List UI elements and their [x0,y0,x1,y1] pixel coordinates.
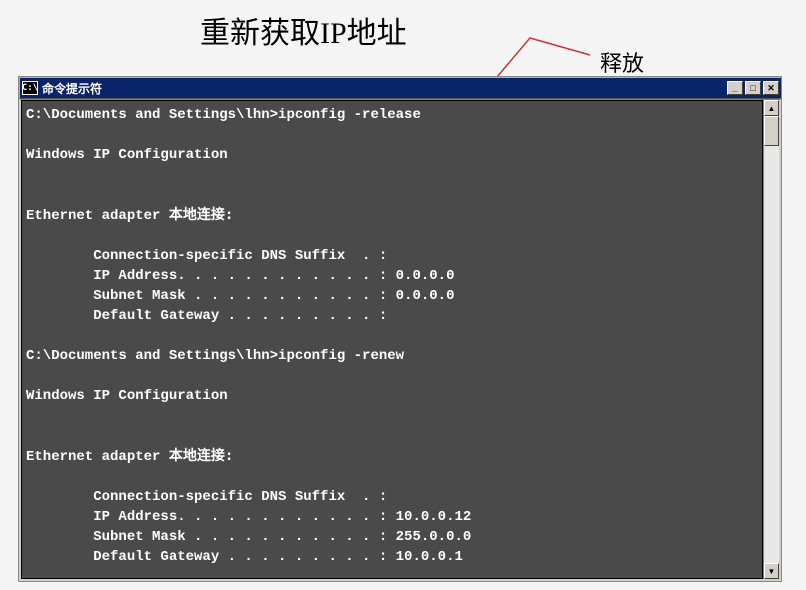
vertical-scrollbar[interactable]: ▲ ▼ [763,100,779,579]
console-output[interactable]: C:\Documents and Settings\lhn>ipconfig -… [21,100,763,579]
close-button[interactable]: ✕ [763,81,779,95]
console-line: Ethernet adapter [26,449,169,465]
console-line: Subnet Mask . . . . . . . . . . . : 0.0.… [26,288,454,304]
annotation-release: 释放 [600,46,644,78]
console-line: Windows IP Configuration [26,147,228,163]
maximize-button[interactable]: □ [745,81,761,95]
console-line: IP Address. . . . . . . . . . . . : 10.0… [26,509,471,525]
minimize-button[interactable]: _ [727,81,743,95]
scroll-down-button[interactable]: ▼ [764,563,779,579]
console-line: 本地连接: [169,207,233,223]
window-title: 命令提示符 [42,80,727,97]
cmd-icon: C:\ [22,81,38,95]
scrollbar-thumb[interactable] [764,116,779,146]
console-line: C:\Documents and Settings\lhn>ipconfig -… [26,348,404,364]
console-line: Subnet Mask . . . . . . . . . . . : 255.… [26,529,471,545]
console-line: Windows IP Configuration [26,388,228,404]
console-line: 本地连接: [169,448,233,464]
scrollbar-track[interactable] [764,116,779,563]
scroll-up-button[interactable]: ▲ [764,100,779,116]
window-controls: _ □ ✕ [727,81,779,95]
console-line: Default Gateway . . . . . . . . . : [26,308,387,324]
console-line: Connection-specific DNS Suffix . : [26,248,387,264]
page-title: 重新获取IP地址 [200,8,407,52]
cmd-window: C:\ 命令提示符 _ □ ✕ C:\Documents and Setting… [18,76,782,582]
console-line: Default Gateway . . . . . . . . . : 10.0… [26,549,463,565]
console-line: C:\Documents and Settings\lhn>ipconfig -… [26,107,421,123]
titlebar[interactable]: C:\ 命令提示符 _ □ ✕ [19,77,781,99]
console-line: Connection-specific DNS Suffix . : [26,489,387,505]
console-line: IP Address. . . . . . . . . . . . : 0.0.… [26,268,454,284]
console-line: Ethernet adapter [26,208,169,224]
